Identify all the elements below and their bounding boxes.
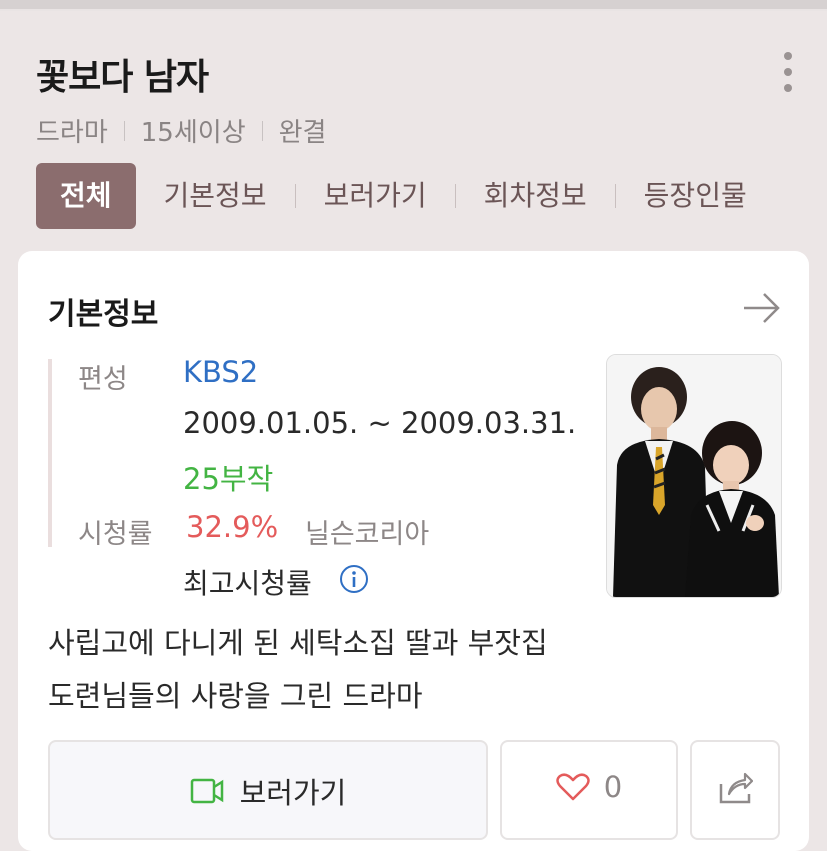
tab-divider — [294, 184, 296, 208]
tab-divider — [454, 184, 456, 208]
meta-divider — [261, 120, 263, 141]
air-dates: 2009.01.05. ~ 2009.03.31. — [183, 406, 577, 440]
info-icon[interactable] — [339, 564, 369, 594]
like-count: 0 — [603, 770, 623, 804]
watch-button-content: 보러가기 — [50, 770, 486, 812]
play-video-icon — [190, 778, 223, 804]
meta-line: 드라마 15세이상 완결 — [36, 112, 326, 149]
description-line: 사립고에 다니게 된 세탁소집 딸과 부잣집 — [48, 626, 548, 660]
meta-age-rating: 15세이상 — [140, 118, 246, 148]
meta-divider — [123, 120, 125, 141]
poster-image — [607, 355, 781, 597]
tab-cast[interactable]: 등장인물 — [632, 163, 759, 229]
more-vertical-icon[interactable] — [776, 52, 800, 92]
heart-icon — [556, 773, 590, 801]
tab-bar: 전체 기본정보 보러가기 회차정보 등장인물 — [36, 163, 759, 229]
watch-button-label: 보러가기 — [239, 776, 347, 810]
top-divider-shadow — [0, 9, 827, 11]
episode-count: 25부작 — [183, 462, 274, 496]
info-accent-bar — [48, 359, 52, 547]
like-button-content: 0 — [502, 770, 676, 804]
meta-status: 완결 — [278, 118, 327, 148]
rating-note: 최고시청률 — [183, 567, 312, 600]
like-button[interactable]: 0 — [500, 740, 678, 840]
rating-value: 32.9% — [186, 510, 279, 544]
tab-basic-info[interactable]: 기본정보 — [152, 163, 279, 229]
share-button-content — [692, 770, 778, 804]
description: 사립고에 다니게 된 세탁소집 딸과 부잣집 도련님들의 사랑을 그린 드라마 — [48, 617, 548, 723]
tab-episodes[interactable]: 회차정보 — [472, 163, 599, 229]
tab-watch[interactable]: 보러가기 — [312, 163, 439, 229]
description-line: 도련님들의 사랑을 그린 드라마 — [48, 679, 423, 713]
broadcaster-link[interactable]: KBS2 — [183, 355, 258, 389]
page-title: 꽃보다 남자 — [36, 57, 209, 98]
share-icon — [719, 772, 753, 804]
rating-label: 시청률 — [78, 519, 153, 550]
meta-genre: 드라마 — [36, 118, 108, 148]
tab-divider — [614, 184, 616, 208]
basic-info-card: 기본정보 편성 KBS2 2009.01.05. ~ 2009.03.31. 2… — [18, 251, 809, 851]
broadcast-label: 편성 — [78, 364, 128, 395]
card-title: 기본정보 — [48, 297, 159, 332]
rating-source: 닐슨코리아 — [305, 519, 430, 550]
tab-all[interactable]: 전체 — [36, 163, 136, 229]
arrow-right-icon[interactable] — [742, 291, 782, 325]
top-divider — [0, 0, 827, 9]
watch-button[interactable]: 보러가기 — [48, 740, 488, 840]
drama-poster[interactable] — [606, 354, 782, 598]
share-button[interactable] — [690, 740, 780, 840]
